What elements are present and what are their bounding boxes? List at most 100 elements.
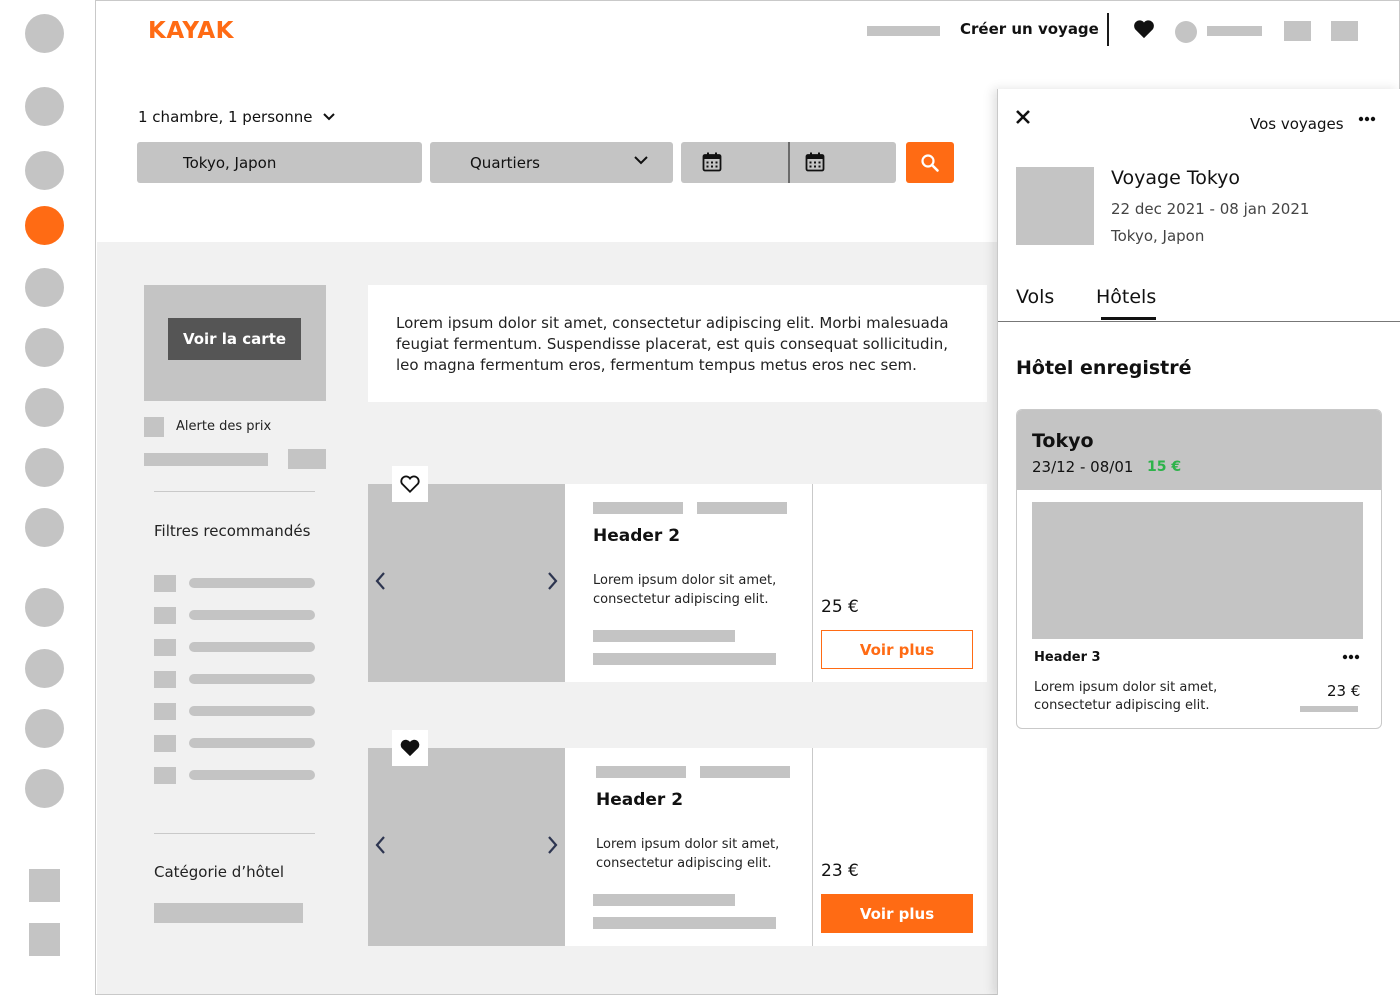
trips-panel: Vos voyages Voyage Tokyo 22 dec 2021 - 0… [997,89,1400,995]
tag-placeholder [697,502,787,514]
date-divider [788,142,790,183]
saved-date-range: 23/12 - 08/01 [1032,458,1134,476]
rooms-selector[interactable]: 1 chambre, 1 personne [138,108,336,126]
nav-item-1[interactable] [25,14,64,53]
hotel-price: 23 € [821,861,859,881]
calendar-icon[interactable] [805,152,825,172]
favorite-button[interactable] [392,466,428,502]
filter-option-placeholder [189,610,315,620]
filter-option-placeholder [189,674,315,684]
chevron-right-icon[interactable] [545,834,559,856]
hotel-title[interactable]: Header 2 [593,526,680,546]
calendar-icon[interactable] [702,152,722,172]
favorite-button[interactable] [392,730,428,766]
close-icon[interactable] [1015,109,1031,125]
chevron-right-icon[interactable] [545,570,559,592]
avatar[interactable] [1175,21,1197,43]
saved-hotel-price: 23 € [1327,682,1361,700]
nav-item-11[interactable] [25,649,64,688]
intro-card: Lorem ipsum dolor sit amet, consectetur … [368,285,987,402]
price-alert-checkbox[interactable] [144,417,164,437]
saved-hotel-image[interactable] [1032,502,1363,639]
nav-item-13[interactable] [25,769,64,808]
divider [154,491,315,492]
hotel-description: Lorem ipsum dolor sit amet, consectetur … [593,573,777,607]
text-placeholder [593,653,776,665]
filter-toggle-placeholder[interactable] [288,449,326,469]
nav-item-active[interactable] [25,206,64,245]
filter-checkbox[interactable] [154,767,176,784]
hotel-card[interactable]: Header 2 Lorem ipsum dolor sit amet, con… [368,730,987,946]
nav-square-1[interactable] [29,869,60,902]
hotel-price: 25 € [821,597,859,617]
view-more-button[interactable]: Voir plus [821,894,973,933]
destination-value: Tokyo, Japon [183,153,277,172]
kayak-logo[interactable]: KAYAK [148,18,234,44]
trip-title: Voyage Tokyo [1111,167,1241,189]
filter-checkbox[interactable] [154,575,176,592]
active-tab-indicator [1101,317,1156,320]
hotel-description: Lorem ipsum dolor sit amet, consectetur … [596,837,780,871]
search-icon [921,153,939,172]
tab-hotels[interactable]: Hôtels [1096,286,1156,308]
more-options-icon[interactable] [1342,654,1360,660]
hotel-image[interactable] [368,484,565,682]
tag-placeholder [596,766,686,778]
nav-item-9[interactable] [25,508,64,547]
saved-hotel-header: Header 3 [1034,650,1101,665]
filter-option-placeholder [189,770,315,780]
view-map-button[interactable]: Voir la carte [168,318,301,360]
nav-item-6[interactable] [25,328,64,367]
chevron-left-icon[interactable] [374,834,388,856]
destination-field[interactable]: Tokyo, Japon [137,142,422,183]
nav-item-12[interactable] [25,709,64,748]
nav-square-2[interactable] [29,923,60,956]
hotel-category-title: Catégorie d’hôtel [154,863,285,881]
username-placeholder[interactable] [1207,26,1262,36]
hotel-category-placeholder[interactable] [154,903,303,923]
topbar-square-1[interactable] [1284,21,1311,41]
date-range-field[interactable] [681,142,896,183]
filter-checkbox[interactable] [154,671,176,688]
rooms-label: 1 chambre, 1 personne [138,108,313,126]
create-trip-link[interactable]: Créer un voyage [960,20,1099,38]
nav-item-10[interactable] [25,588,64,627]
hotel-title[interactable]: Header 2 [596,790,683,810]
nav-item-8[interactable] [25,448,64,487]
hotel-card[interactable]: Header 2 Lorem ipsum dolor sit amet, con… [368,466,987,682]
text-placeholder [593,917,776,929]
card-divider [812,748,813,946]
your-trips-link[interactable]: Vos voyages [1250,115,1344,133]
topbar-square-2[interactable] [1331,21,1358,41]
nav-item-3[interactable] [25,151,64,190]
filter-checkbox[interactable] [154,735,176,752]
heart-outline-icon [400,475,420,494]
quarters-select[interactable]: Quartiers [430,142,673,183]
chevron-down-icon [634,156,648,165]
tag-placeholder [593,502,683,514]
tab-flights[interactable]: Vols [1016,286,1054,308]
nav-item-5[interactable] [25,268,64,307]
more-options-icon[interactable] [1358,116,1376,122]
view-more-button[interactable]: Voir plus [821,630,973,669]
trip-thumbnail [1016,167,1094,245]
price-drop-badge: 15 € [1147,459,1182,475]
recommended-filters-title: Filtres recommandés [154,522,311,540]
intro-text: Lorem ipsum dolor sit amet, consectetur … [396,314,949,374]
saved-hotel-card[interactable]: Tokyo 23/12 - 08/01 15 € Header 3 Lorem … [1016,409,1382,729]
filter-option-placeholder [189,706,315,716]
heart-icon[interactable] [1133,19,1155,39]
filter-checkbox[interactable] [154,607,176,624]
search-button[interactable] [906,142,954,183]
hotel-image[interactable] [368,748,565,946]
chevron-left-icon[interactable] [374,570,388,592]
nav-item-2[interactable] [25,87,64,126]
filter-checkbox[interactable] [154,703,176,720]
tag-placeholder [700,766,790,778]
text-placeholder [593,630,735,642]
nav-item-7[interactable] [25,388,64,427]
filter-checkbox[interactable] [154,639,176,656]
topbar-placeholder[interactable] [867,26,940,36]
header-divider [1107,13,1109,46]
saved-hotel-title: Hôtel enregistré [1016,357,1192,379]
